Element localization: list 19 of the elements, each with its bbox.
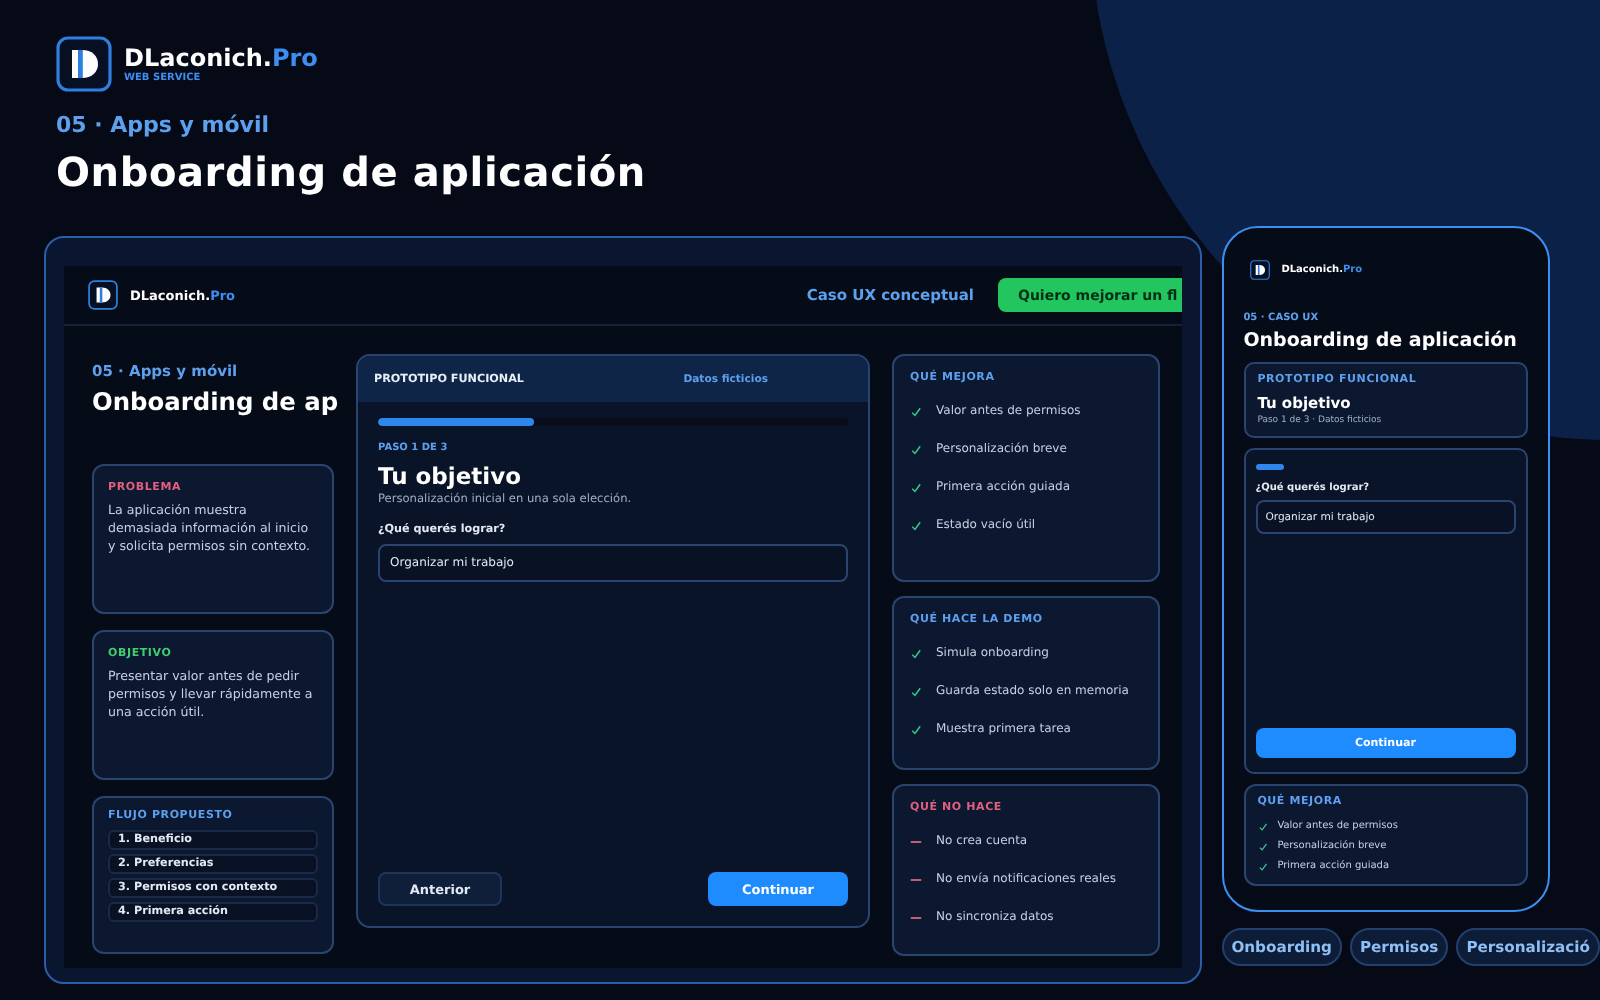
logo-icon	[1249, 260, 1270, 280]
step-title: Tu objetivo	[378, 462, 523, 490]
page-title: Onboarding de aplicación	[1243, 330, 1519, 352]
dash-icon	[910, 873, 922, 885]
check-icon	[910, 519, 922, 531]
check-icon	[910, 443, 922, 455]
brand-name: DLaconich.Pro	[124, 43, 318, 71]
logo-icon	[88, 280, 118, 310]
check-icon	[910, 685, 922, 697]
check-icon	[910, 405, 922, 417]
page-title: Onboarding de aplicación	[56, 148, 648, 196]
check-icon	[910, 481, 922, 493]
logo-icon	[56, 36, 112, 92]
section-label: 05 · Apps y móvil	[56, 112, 272, 140]
dash-icon	[910, 911, 922, 923]
check-icon	[910, 723, 922, 735]
check-icon	[910, 647, 922, 659]
page-title: Onboarding de ap	[92, 388, 339, 420]
dash-icon	[910, 835, 922, 847]
